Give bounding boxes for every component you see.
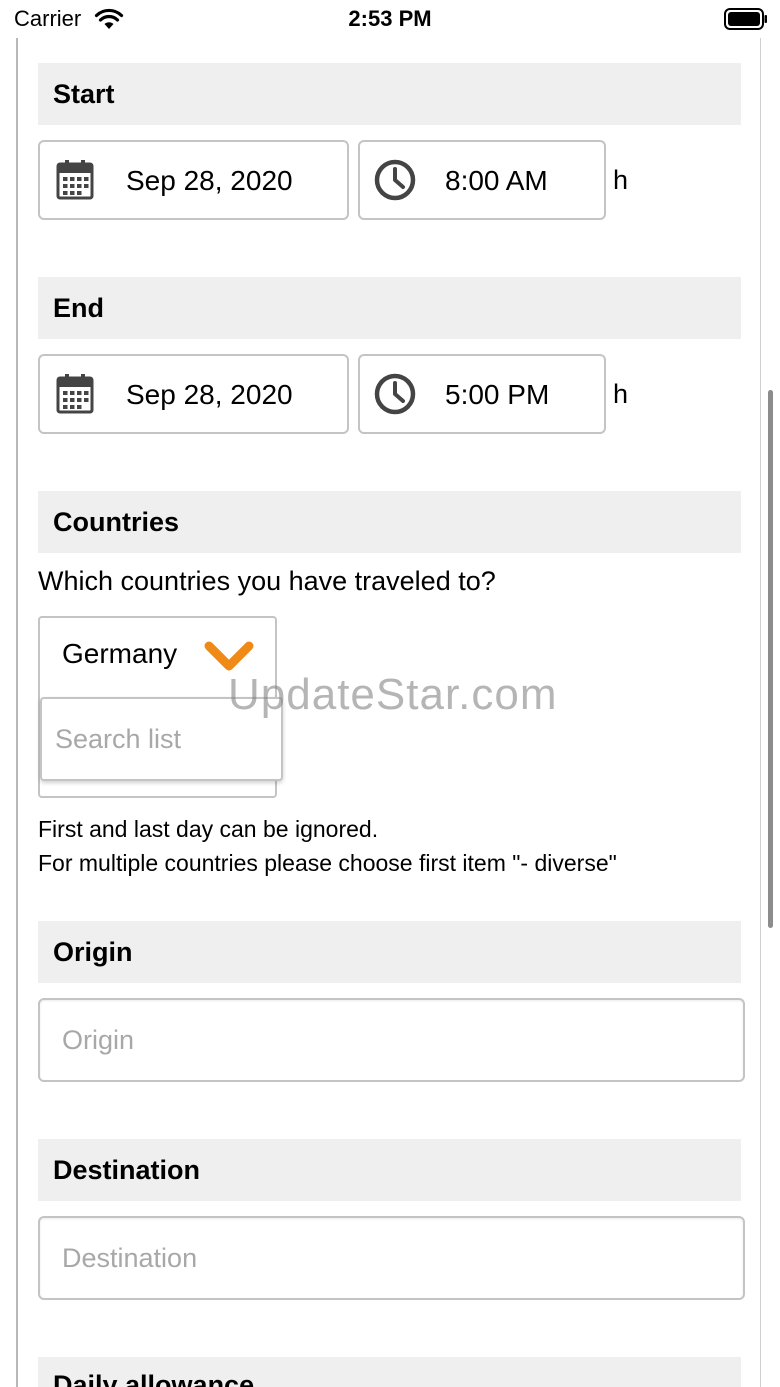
end-hours-unit: h [613, 379, 629, 409]
clock-icon [374, 159, 416, 201]
start-date-picker[interactable]: Sep 28, 2020 [38, 140, 349, 220]
start-hours-unit: h [613, 165, 629, 195]
origin-input[interactable] [38, 998, 745, 1082]
origin-header: Origin [38, 921, 741, 983]
status-time: 2:53 PM [348, 6, 432, 31]
end-header: End [38, 277, 741, 339]
end-date-value: Sep 28, 2020 [126, 379, 293, 410]
calendar-icon [54, 159, 96, 201]
status-bar: Carrier 2:53 PM [0, 0, 780, 40]
battery-icon [724, 8, 768, 35]
start-time-value: 8:00 AM [445, 165, 548, 196]
start-time-picker[interactable]: 8:00 AM [358, 140, 606, 220]
start-header: Start [38, 63, 741, 125]
watermark-text: UpdateStar.com [228, 670, 558, 719]
end-date-picker[interactable]: Sep 28, 2020 [38, 354, 349, 434]
content-frame-right [760, 38, 761, 1387]
countries-question: Which countries you have traveled to? [38, 566, 496, 596]
daily-allowance-header: Daily allowance [38, 1357, 741, 1387]
destination-header: Destination [38, 1139, 741, 1201]
start-date-value: Sep 28, 2020 [126, 165, 293, 196]
country-selected-value: Germany [62, 638, 178, 669]
countries-hint-line2: For multiple countries please choose fir… [38, 850, 617, 876]
end-time-picker[interactable]: 5:00 PM [358, 354, 606, 434]
scrollbar[interactable] [768, 390, 773, 928]
calendar-icon [54, 373, 96, 415]
content-frame-left [16, 38, 18, 1387]
clock-icon [374, 373, 416, 415]
end-time-value: 5:00 PM [445, 379, 550, 410]
countries-hint-line1: First and last day can be ignored. [38, 816, 379, 842]
countries-header: Countries [38, 491, 741, 553]
destination-input[interactable] [38, 1216, 745, 1300]
daily-allowance-title: Daily allowance [53, 1370, 255, 1387]
